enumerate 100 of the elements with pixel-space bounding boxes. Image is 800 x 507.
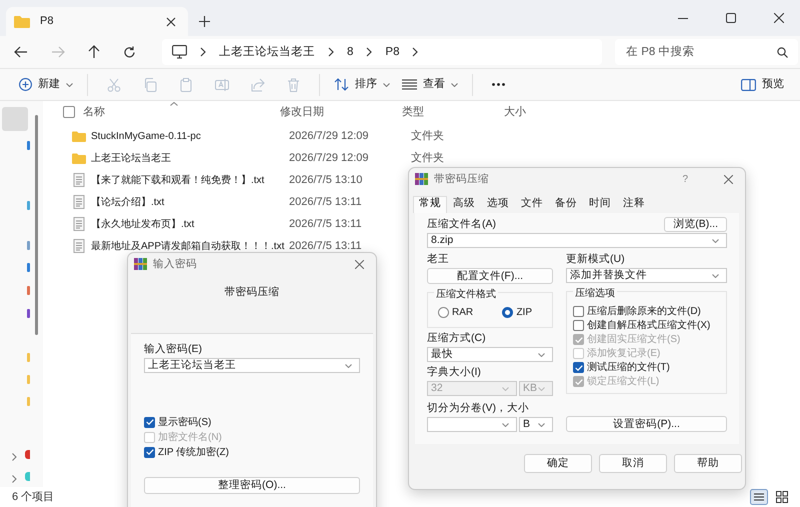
checkbox[interactable]: [573, 362, 584, 373]
radio-label: ZIP: [516, 306, 532, 319]
update-mode-dropdown[interactable]: 添加并替换文件: [566, 268, 727, 283]
maximize-icon[interactable]: [726, 13, 736, 23]
select-all-checkbox[interactable]: [63, 106, 75, 118]
folder-icon: [72, 152, 86, 164]
caret-icon: [383, 82, 390, 86]
chevron-icon: [200, 47, 206, 57]
profile-button[interactable]: 配置文件(F)...: [427, 268, 553, 284]
file-name[interactable]: 【论坛介绍】.txt: [91, 196, 289, 208]
sort-icon: [334, 78, 349, 91]
file-name[interactable]: 【来了就能下载和观看！纯免费！】.txt: [91, 174, 289, 186]
tab[interactable]: 备份: [549, 196, 583, 213]
radio-button[interactable]: [438, 307, 449, 318]
text-file-icon: [72, 239, 86, 253]
chevron-icon[interactable]: [12, 475, 17, 483]
breadcrumb-item[interactable]: 上老王论坛当老王: [219, 46, 315, 58]
close-icon[interactable]: [166, 16, 176, 26]
password-field[interactable]: 上老王论坛当老王: [144, 358, 360, 373]
close-icon[interactable]: [724, 174, 733, 184]
window-tab[interactable]: P8: [6, 7, 188, 36]
archive-name-field[interactable]: 8.zip: [427, 233, 727, 248]
dialog-button[interactable]: 取消: [599, 454, 667, 473]
checkbox-label: 加密文件名(N): [158, 430, 222, 444]
compression-method-dropdown[interactable]: 最快: [427, 347, 553, 362]
scrollbar[interactable]: [35, 115, 38, 335]
field-label: 切分为分卷(V)，大小: [427, 402, 530, 415]
address-bar[interactable]: 上老王论坛当老王 8 P8: [162, 39, 602, 65]
organize-passwords-button[interactable]: 整理密码(O)...: [144, 477, 360, 494]
text-file-icon: [72, 173, 86, 187]
column-header[interactable]: 类型: [402, 106, 504, 118]
chevron-icon: [366, 47, 372, 57]
group-title: 压缩文件格式: [434, 288, 498, 301]
details-view-icon[interactable]: [750, 489, 768, 505]
dialog-button[interactable]: 帮助: [674, 454, 742, 473]
file-date: 2026/7/5 13:11: [289, 196, 363, 208]
checkbox[interactable]: [573, 320, 584, 331]
checkbox-label: 创建自解压格式压缩文件(X): [587, 319, 710, 332]
back-icon[interactable]: [14, 46, 28, 58]
computer-icon: [172, 45, 187, 59]
checkbox[interactable]: [144, 416, 155, 428]
preview-button[interactable]: 预览: [735, 74, 790, 95]
tab[interactable]: 常规: [413, 196, 447, 213]
up-icon[interactable]: [88, 45, 100, 59]
radio-button[interactable]: [502, 307, 514, 318]
caret-icon: [66, 82, 73, 86]
checkbox[interactable]: [144, 446, 155, 458]
column-header[interactable]: 名称: [83, 106, 280, 118]
file-date: 2026/7/5 13:11: [289, 240, 363, 252]
dialog-heading: 带密码压缩: [224, 285, 280, 300]
dialog-title: 输入密码: [153, 258, 197, 270]
close-icon[interactable]: [774, 13, 784, 23]
new-button[interactable]: 新建: [13, 74, 79, 95]
unit-dropdown[interactable]: B: [519, 417, 553, 432]
tab[interactable]: 文件: [515, 196, 549, 213]
file-name[interactable]: StuckInMyGame-0.11-pc: [91, 130, 289, 142]
item-count: 6 个项目: [12, 490, 54, 504]
checkbox-label: 压缩后删除原来的文件(D): [587, 305, 701, 318]
sort-button[interactable]: 排序: [328, 74, 396, 95]
close-icon[interactable]: [355, 260, 364, 268]
checkbox[interactable]: [573, 306, 584, 317]
field-label: 压缩文件名(A): [427, 218, 496, 231]
browse-button[interactable]: 浏览(B)...: [664, 217, 727, 232]
checkbox-label: 显示密码(S): [158, 416, 212, 428]
chevron-icon[interactable]: [12, 453, 17, 461]
chevron-icon: [412, 47, 418, 57]
text-file-icon: [72, 195, 86, 209]
tab[interactable]: 时间: [583, 196, 617, 213]
sort-caret-icon: [170, 102, 178, 106]
column-header[interactable]: 大小: [504, 106, 526, 118]
forward-icon[interactable]: [51, 46, 65, 58]
search-field[interactable]: 在 P8 中搜索: [615, 39, 798, 65]
new-tab-icon[interactable]: [199, 16, 210, 27]
field-label: 输入密码(E): [144, 343, 203, 356]
refresh-icon[interactable]: [123, 46, 136, 58]
search-icon: [777, 47, 788, 58]
view-button[interactable]: 查看: [396, 74, 464, 95]
column-header[interactable]: 修改日期: [280, 106, 402, 118]
chevron-icon: [328, 47, 334, 57]
group-title: 压缩选项: [573, 287, 617, 300]
tab[interactable]: 选项: [481, 196, 515, 213]
tab[interactable]: 高级: [447, 196, 481, 213]
breadcrumb-item[interactable]: 8: [347, 46, 354, 58]
dialog-button[interactable]: 确定: [524, 454, 592, 473]
caret-icon: [451, 82, 458, 86]
file-name[interactable]: 【永久地址发布页】.txt: [91, 218, 289, 230]
more-icon[interactable]: [492, 83, 505, 86]
tab[interactable]: 注释: [617, 196, 651, 213]
tiles-view-icon[interactable]: [776, 491, 788, 503]
archive-app-icon: [134, 258, 147, 270]
set-password-button[interactable]: 设置密码(P)...: [566, 416, 727, 432]
field-label: 更新模式(U): [566, 253, 626, 266]
file-type: 文件夹: [411, 152, 445, 164]
file-name[interactable]: 最新地址及APP请发邮箱自动获取！！！.txt: [91, 240, 289, 252]
checkbox-label: 锁定压缩文件(L): [587, 375, 660, 388]
dialog-title: 带密码压缩: [434, 172, 489, 186]
file-date: 2026/7/29 12:09: [289, 152, 370, 164]
file-name[interactable]: 上老王论坛当老王: [91, 152, 289, 164]
breadcrumb-item[interactable]: P8: [385, 46, 400, 58]
checkbox-label: 测试压缩的文件(T): [587, 361, 670, 374]
